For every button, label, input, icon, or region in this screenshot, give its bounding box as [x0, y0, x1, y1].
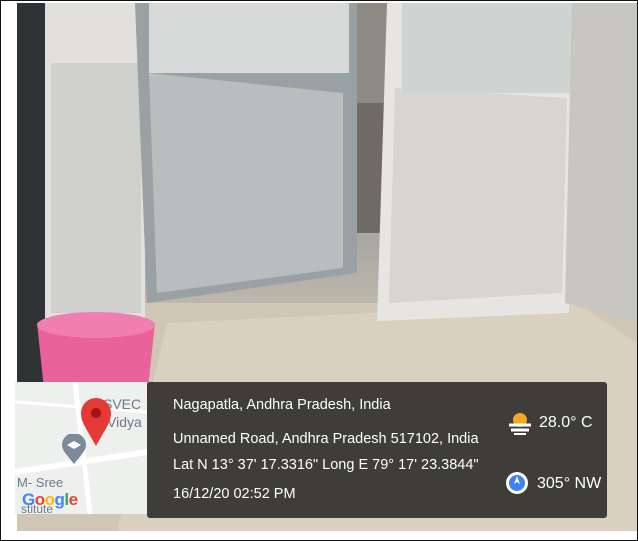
map-label-vidya: Vidya: [107, 414, 142, 430]
datetime-text: 16/12/20 02:52 PM: [173, 486, 296, 502]
temperature-text: 28.0° C: [539, 414, 593, 431]
map-label-sree: M- Sree: [17, 475, 64, 490]
photo-frame: SVEC Vidya M- Sree stitute Google Nagapa…: [0, 0, 638, 541]
coordinates-text: Lat N 13° 37' 17.3316" Long E 79° 17' 23…: [173, 457, 479, 473]
cloudy-sun-icon: [509, 413, 531, 435]
google-logo: Google: [22, 490, 78, 509]
compass-icon: [506, 472, 528, 494]
address-text: Unnamed Road, Andhra Pradesh 517102, Ind…: [173, 431, 479, 447]
place-name: Nagapatla, Andhra Pradesh, India: [173, 397, 391, 413]
compass-heading: 305° NW: [537, 475, 602, 492]
school-place-icon: [62, 434, 86, 464]
map-thumbnail[interactable]: SVEC Vidya M- Sree stitute Google: [15, 382, 147, 514]
